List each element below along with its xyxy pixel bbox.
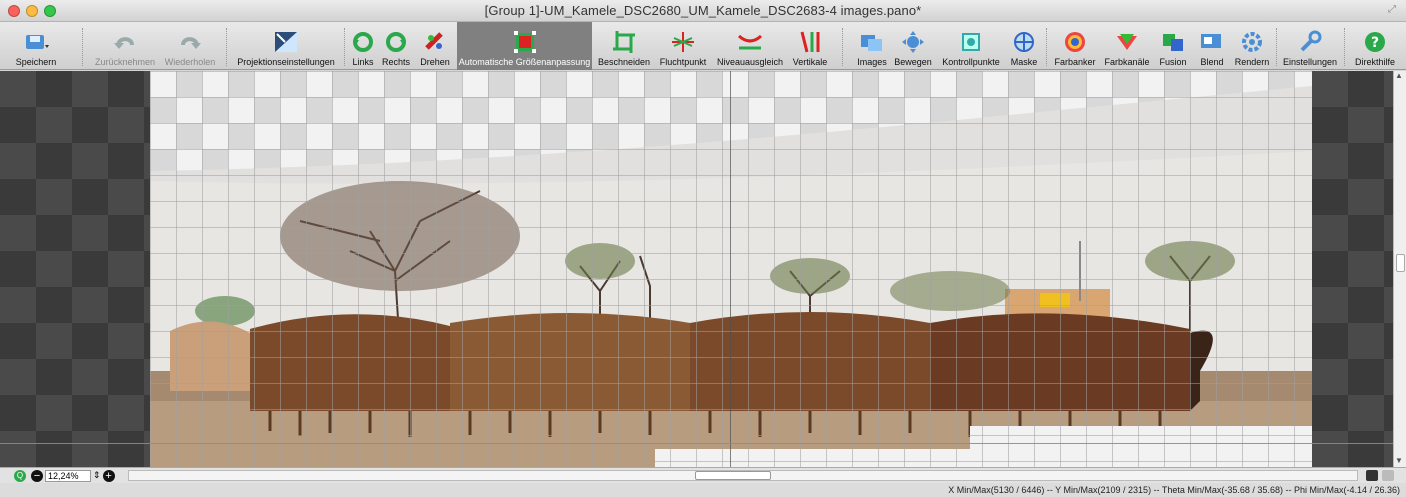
help-button[interactable]: ? Direkthilfe	[1352, 22, 1398, 70]
render-icon	[1239, 30, 1265, 54]
move-icon	[900, 30, 926, 54]
level-button[interactable]: Niveauausgleich	[716, 22, 784, 70]
zoom-in-icon[interactable]: +	[102, 469, 115, 482]
control-points-icon	[958, 30, 984, 54]
scroll-down-icon[interactable]: ▼	[1395, 456, 1403, 465]
vanishing-point-icon	[670, 30, 696, 54]
color-channels-button[interactable]: Farbkanäle	[1102, 22, 1152, 70]
rotate-left-button[interactable]: Links	[350, 22, 376, 70]
toolbar-separator	[344, 28, 345, 66]
projection-icon	[273, 30, 299, 54]
scroll-up-icon[interactable]: ▲	[1395, 71, 1403, 80]
horizon-guide	[0, 443, 1393, 444]
grid-toggle-icon[interactable]	[1366, 470, 1378, 481]
rotate-right-button[interactable]: Rechts	[382, 22, 410, 70]
window-controls	[8, 5, 56, 17]
toolbar-separator	[842, 28, 843, 66]
images-button[interactable]: Images	[854, 22, 890, 70]
auto-size-icon	[512, 30, 538, 54]
crop-icon	[611, 30, 637, 54]
move-button[interactable]: Bewegen	[894, 22, 932, 70]
rotate-button[interactable]: Drehen	[418, 22, 452, 70]
fusion-icon	[1160, 30, 1186, 54]
vertical-scrollbar[interactable]: ▲ ▼	[1393, 71, 1406, 468]
help-icon: ?	[1362, 30, 1388, 54]
title-bar: [Group 1]-UM_Kamele_DSC2680_UM_Kamele_DS…	[0, 0, 1406, 22]
transparent-area-right	[1312, 71, 1393, 468]
color-anchor-button[interactable]: Farbanker	[1052, 22, 1098, 70]
vertical-scroll-thumb[interactable]	[1396, 254, 1405, 272]
undo-icon	[112, 30, 138, 54]
horizontal-scroll-thumb[interactable]	[695, 471, 771, 480]
zoom-bar: Q − 12,24% ⇕ +	[0, 467, 1406, 483]
horizontal-scrollbar[interactable]	[128, 470, 1358, 481]
close-button[interactable]	[8, 5, 20, 17]
blend-button[interactable]: Blend	[1198, 22, 1226, 70]
crop-button[interactable]: Beschneiden	[597, 22, 651, 70]
status-bar: X Min/Max(5130 / 6446) -- Y Min/Max(2109…	[0, 483, 1406, 497]
color-anchor-icon	[1062, 30, 1088, 54]
zoom-stepper-icon[interactable]: ⇕	[93, 470, 101, 481]
vertical-icon	[797, 30, 823, 54]
redo-icon	[177, 30, 203, 54]
redo-button[interactable]: Wiederholen	[160, 22, 220, 70]
zoom-field[interactable]: 12,24%	[45, 469, 91, 482]
toolbar: Speichern Zurücknehmen Wiederholen Proje…	[0, 22, 1406, 70]
save-button[interactable]: Speichern	[12, 22, 60, 70]
render-button[interactable]: Rendern	[1232, 22, 1272, 70]
settings-icon	[1297, 30, 1323, 54]
settings-button[interactable]: Einstellungen	[1282, 22, 1338, 70]
auto-size-button[interactable]: Automatische Größenanpassung	[457, 22, 592, 70]
images-icon	[859, 30, 885, 54]
projection-settings-button[interactable]: Projektionseinstellungen	[230, 22, 342, 70]
window-title: [Group 1]-UM_Kamele_DSC2680_UM_Kamele_DS…	[484, 3, 922, 18]
zoom-button[interactable]	[44, 5, 56, 17]
toolbar-separator	[1276, 28, 1277, 66]
fusion-button[interactable]: Fusion	[1158, 22, 1188, 70]
zoom-fit-icon[interactable]: Q	[14, 469, 26, 482]
zoom-out-icon[interactable]: −	[31, 469, 43, 482]
color-channels-icon	[1114, 30, 1140, 54]
rotate-left-icon	[350, 30, 376, 54]
fullscreen-icon[interactable]: ⤢	[1388, 5, 1398, 15]
grid-options-icon[interactable]	[1382, 470, 1394, 481]
control-points-button[interactable]: Kontrollpunkte	[940, 22, 1002, 70]
rotate-right-icon	[383, 30, 409, 54]
svg-text:?: ?	[1371, 35, 1379, 51]
status-text: X Min/Max(5130 / 6446) -- Y Min/Max(2109…	[948, 485, 1400, 495]
rotate-icon	[422, 30, 448, 54]
toolbar-separator	[226, 28, 227, 66]
save-icon	[23, 30, 49, 54]
toolbar-separator	[1344, 28, 1345, 66]
mask-button[interactable]: Maske	[1008, 22, 1040, 70]
transparent-area-left	[0, 71, 150, 468]
blend-icon	[1199, 30, 1225, 54]
toolbar-separator	[1046, 28, 1047, 66]
panorama-image	[150, 86, 1312, 468]
undo-button[interactable]: Zurücknehmen	[92, 22, 158, 70]
minimize-button[interactable]	[26, 5, 38, 17]
toolbar-separator	[82, 28, 83, 66]
preview-canvas[interactable]	[0, 71, 1406, 468]
mask-icon	[1011, 30, 1037, 54]
level-icon	[737, 30, 763, 54]
vertical-button[interactable]: Vertikale	[790, 22, 830, 70]
vanishing-point-button[interactable]: Fluchtpunkt	[657, 22, 709, 70]
app-window: [Group 1]-UM_Kamele_DSC2680_UM_Kamele_DS…	[0, 0, 1406, 497]
center-guide-vertical	[730, 71, 731, 468]
